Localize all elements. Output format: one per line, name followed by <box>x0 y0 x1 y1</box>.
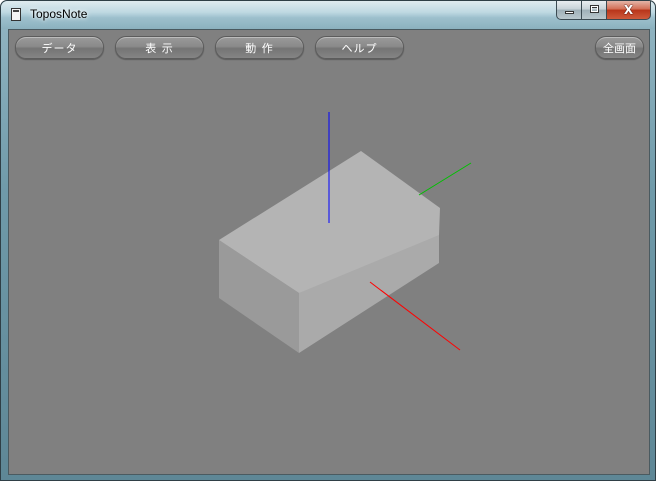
app-window: ToposNote X データ 表 示 動 作 ヘルプ 全画面 <box>0 0 656 481</box>
close-button[interactable]: X <box>607 1 651 20</box>
y-axis-line <box>418 162 472 196</box>
scene-canvas <box>219 112 472 353</box>
x-axis-line <box>369 281 461 351</box>
maximize-button[interactable] <box>582 1 607 20</box>
minimize-icon <box>565 11 574 14</box>
action-menu-button[interactable]: 動 作 <box>215 36 304 59</box>
app-icon[interactable] <box>11 8 21 21</box>
view-menu-button[interactable]: 表 示 <box>115 36 204 59</box>
title-bar[interactable]: ToposNote X <box>1 1 655 29</box>
data-menu-button[interactable]: データ <box>15 36 104 59</box>
window-title: ToposNote <box>30 7 88 21</box>
close-icon: X <box>623 3 634 17</box>
client-area: データ 表 示 動 作 ヘルプ 全画面 <box>8 29 650 475</box>
caption-buttons: X <box>556 1 651 20</box>
minimize-button[interactable] <box>556 1 582 20</box>
help-menu-button[interactable]: ヘルプ <box>315 36 404 59</box>
3d-viewport[interactable] <box>9 30 649 474</box>
fullscreen-button[interactable]: 全画面 <box>595 36 644 59</box>
maximize-icon <box>590 5 599 13</box>
